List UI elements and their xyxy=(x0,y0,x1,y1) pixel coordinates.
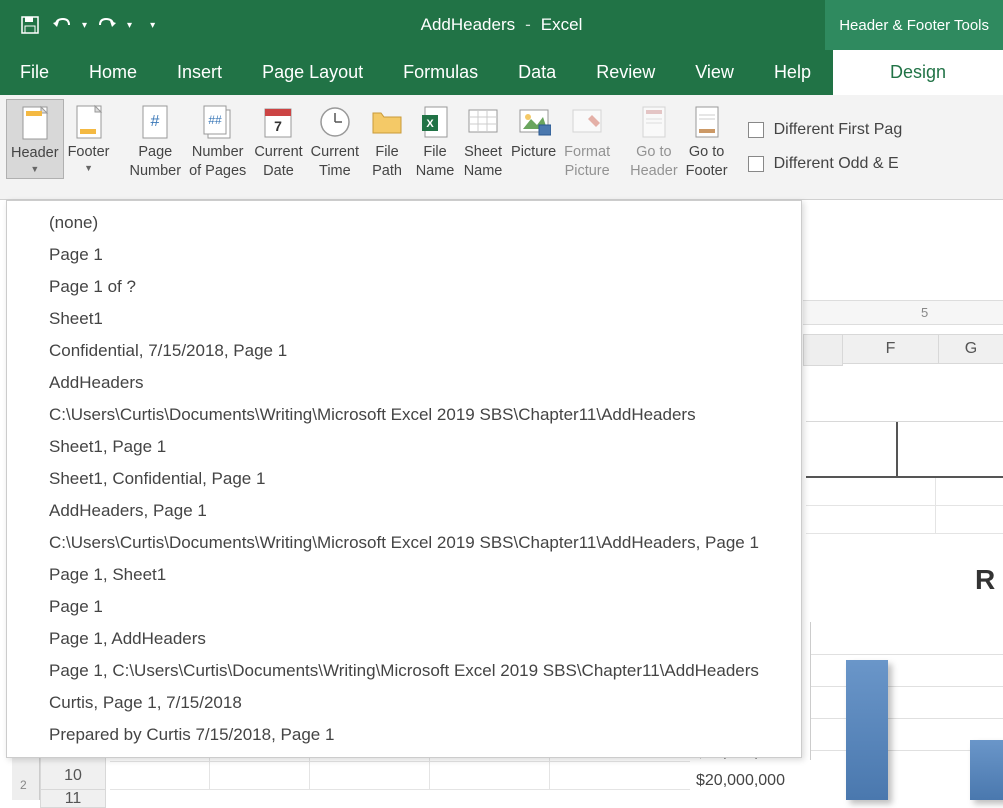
number-of-pages-button[interactable]: ## Number of Pages xyxy=(185,99,250,184)
header-preset-item[interactable]: AddHeaders xyxy=(7,367,801,399)
title-separator: - xyxy=(525,15,531,35)
page-number-icon: # xyxy=(135,103,175,141)
goto-footer-icon xyxy=(687,103,727,141)
clock-icon xyxy=(315,103,355,141)
tab-file[interactable]: File xyxy=(0,50,69,95)
header-preset-item[interactable]: Curtis, Page 1, 7/15/2018 xyxy=(7,687,801,719)
window-title: AddHeaders - Excel xyxy=(421,15,583,35)
chart-bar-1 xyxy=(846,660,888,800)
document-name: AddHeaders xyxy=(421,15,516,35)
header-button[interactable]: Header ▼ xyxy=(6,99,64,179)
header-preset-item[interactable]: Sheet1 xyxy=(7,303,801,335)
format-picture-icon xyxy=(567,103,607,141)
excel-file-icon: X xyxy=(415,103,455,141)
format-picture-button: Format Picture xyxy=(560,99,614,184)
header-preset-item[interactable]: Prepared by Curtis 7/15/2018, Page 1 xyxy=(7,719,801,751)
sheet-icon xyxy=(463,103,503,141)
file-name-button[interactable]: X File Name xyxy=(411,99,459,184)
page-number-button[interactable]: # Page Number xyxy=(125,99,185,184)
tab-view[interactable]: View xyxy=(675,50,754,95)
folder-icon xyxy=(367,103,407,141)
ribbon-group-elements: # Page Number ## Number of Pages 7 Curre… xyxy=(119,95,620,199)
chart-bar-2 xyxy=(970,740,1003,800)
undo-icon[interactable] xyxy=(50,13,74,37)
ribbon-group-options: Different First Pag Different Odd & E xyxy=(738,95,913,199)
chart-title-partial: R xyxy=(975,564,995,596)
header-preset-item[interactable]: Sheet1, Confidential, Page 1 xyxy=(7,463,801,495)
checkbox-icon xyxy=(748,122,764,138)
header-preset-item[interactable]: Page 1 xyxy=(7,239,801,271)
save-icon[interactable] xyxy=(18,13,42,37)
ribbon: Header ▼ Footer ▼ # Page Number ## Numbe… xyxy=(0,95,1003,200)
calendar-icon: 7 xyxy=(258,103,298,141)
grid-rows-partial xyxy=(110,754,690,790)
header-preset-item[interactable]: C:\Users\Curtis\Documents\Writing\Micros… xyxy=(7,399,801,431)
row-header-11[interactable]: 11 xyxy=(40,790,106,808)
sheet-name-button[interactable]: Sheet Name xyxy=(459,99,507,184)
header-preset-item[interactable]: Page 1, AddHeaders xyxy=(7,623,801,655)
header-preset-item[interactable]: (none) xyxy=(7,207,801,239)
file-path-button[interactable]: File Path xyxy=(363,99,411,184)
column-headers: F G xyxy=(803,334,1003,366)
chevron-down-icon: ▼ xyxy=(84,163,93,173)
different-odd-even-checkbox[interactable]: Different Odd & E xyxy=(748,155,903,173)
title-bar: ▾ ▾ ▾ AddHeaders - Excel Header & Footer… xyxy=(0,0,1003,50)
tab-review[interactable]: Review xyxy=(576,50,675,95)
header-preset-dropdown: (none) Page 1 Page 1 of ? Sheet1 Confide… xyxy=(6,200,802,758)
number-of-pages-icon: ## xyxy=(198,103,238,141)
header-preset-item[interactable]: Page 1 of ? xyxy=(7,271,801,303)
tab-insert[interactable]: Insert xyxy=(157,50,242,95)
picture-icon xyxy=(514,103,554,141)
ruler-mark: 5 xyxy=(921,305,928,320)
chart-bars xyxy=(846,660,1003,800)
header-preset-item[interactable]: Confidential, 7/15/2018, Page 1 xyxy=(7,335,801,367)
header-icon xyxy=(15,104,55,142)
header-preset-item[interactable]: C:\Users\Curtis\Documents\Writing\Micros… xyxy=(7,527,801,559)
goto-header-icon xyxy=(634,103,674,141)
header-preset-item[interactable]: Sheet1, Page 1 xyxy=(7,431,801,463)
goto-header-button: Go to Header xyxy=(626,99,682,184)
svg-text:#: # xyxy=(151,113,160,130)
row-header-10[interactable]: 10 xyxy=(40,762,106,790)
tab-help[interactable]: Help xyxy=(754,50,831,95)
horizontal-ruler: 5 xyxy=(803,300,1003,325)
tab-data[interactable]: Data xyxy=(498,50,576,95)
undo-dropdown-icon[interactable]: ▾ xyxy=(82,20,87,31)
header-preset-item[interactable]: AddHeaders, Page 1 xyxy=(7,495,801,527)
col-header-f[interactable]: F xyxy=(843,334,939,364)
svg-text:X: X xyxy=(426,118,434,130)
footer-icon xyxy=(69,103,109,141)
chevron-down-icon: ▼ xyxy=(30,164,39,174)
tab-page-layout[interactable]: Page Layout xyxy=(242,50,383,95)
tab-design[interactable]: Design xyxy=(833,50,1003,95)
header-preset-item[interactable]: Page 1, C:\Users\Curtis\Documents\Writin… xyxy=(7,655,801,687)
svg-text:##: ## xyxy=(208,113,222,127)
goto-footer-button[interactable]: Go to Footer xyxy=(682,99,732,184)
partial-grid xyxy=(806,376,1003,534)
footer-button[interactable]: Footer ▼ xyxy=(64,99,114,177)
redo-icon[interactable] xyxy=(95,13,119,37)
different-first-page-checkbox[interactable]: Different First Pag xyxy=(748,121,903,139)
redo-dropdown-icon[interactable]: ▾ xyxy=(127,20,132,31)
ribbon-group-header-footer: Header ▼ Footer ▼ xyxy=(0,95,119,199)
quick-access-toolbar: ▾ ▾ ▾ xyxy=(0,13,155,37)
col-header-spacer xyxy=(803,334,843,366)
tab-home[interactable]: Home xyxy=(69,50,157,95)
tab-formulas[interactable]: Formulas xyxy=(383,50,498,95)
y-axis-label: $20,000,000 xyxy=(696,772,785,800)
picture-button[interactable]: Picture xyxy=(507,99,560,166)
current-date-button[interactable]: 7 Current Date xyxy=(250,99,306,184)
current-time-button[interactable]: Current Time xyxy=(307,99,363,184)
svg-text:7: 7 xyxy=(275,118,283,134)
contextual-tab-label: Header & Footer Tools xyxy=(825,0,1003,50)
header-preset-item[interactable]: Page 1, Sheet1 xyxy=(7,559,801,591)
checkbox-icon xyxy=(748,156,764,172)
header-preset-item[interactable]: Page 1 xyxy=(7,591,801,623)
qat-customize-icon[interactable]: ▾ xyxy=(150,20,155,31)
col-header-g[interactable]: G xyxy=(939,334,1003,364)
ribbon-group-navigation: Go to Header Go to Footer xyxy=(620,95,737,199)
ribbon-tabs: File Home Insert Page Layout Formulas Da… xyxy=(0,50,1003,95)
app-name: Excel xyxy=(541,15,583,35)
